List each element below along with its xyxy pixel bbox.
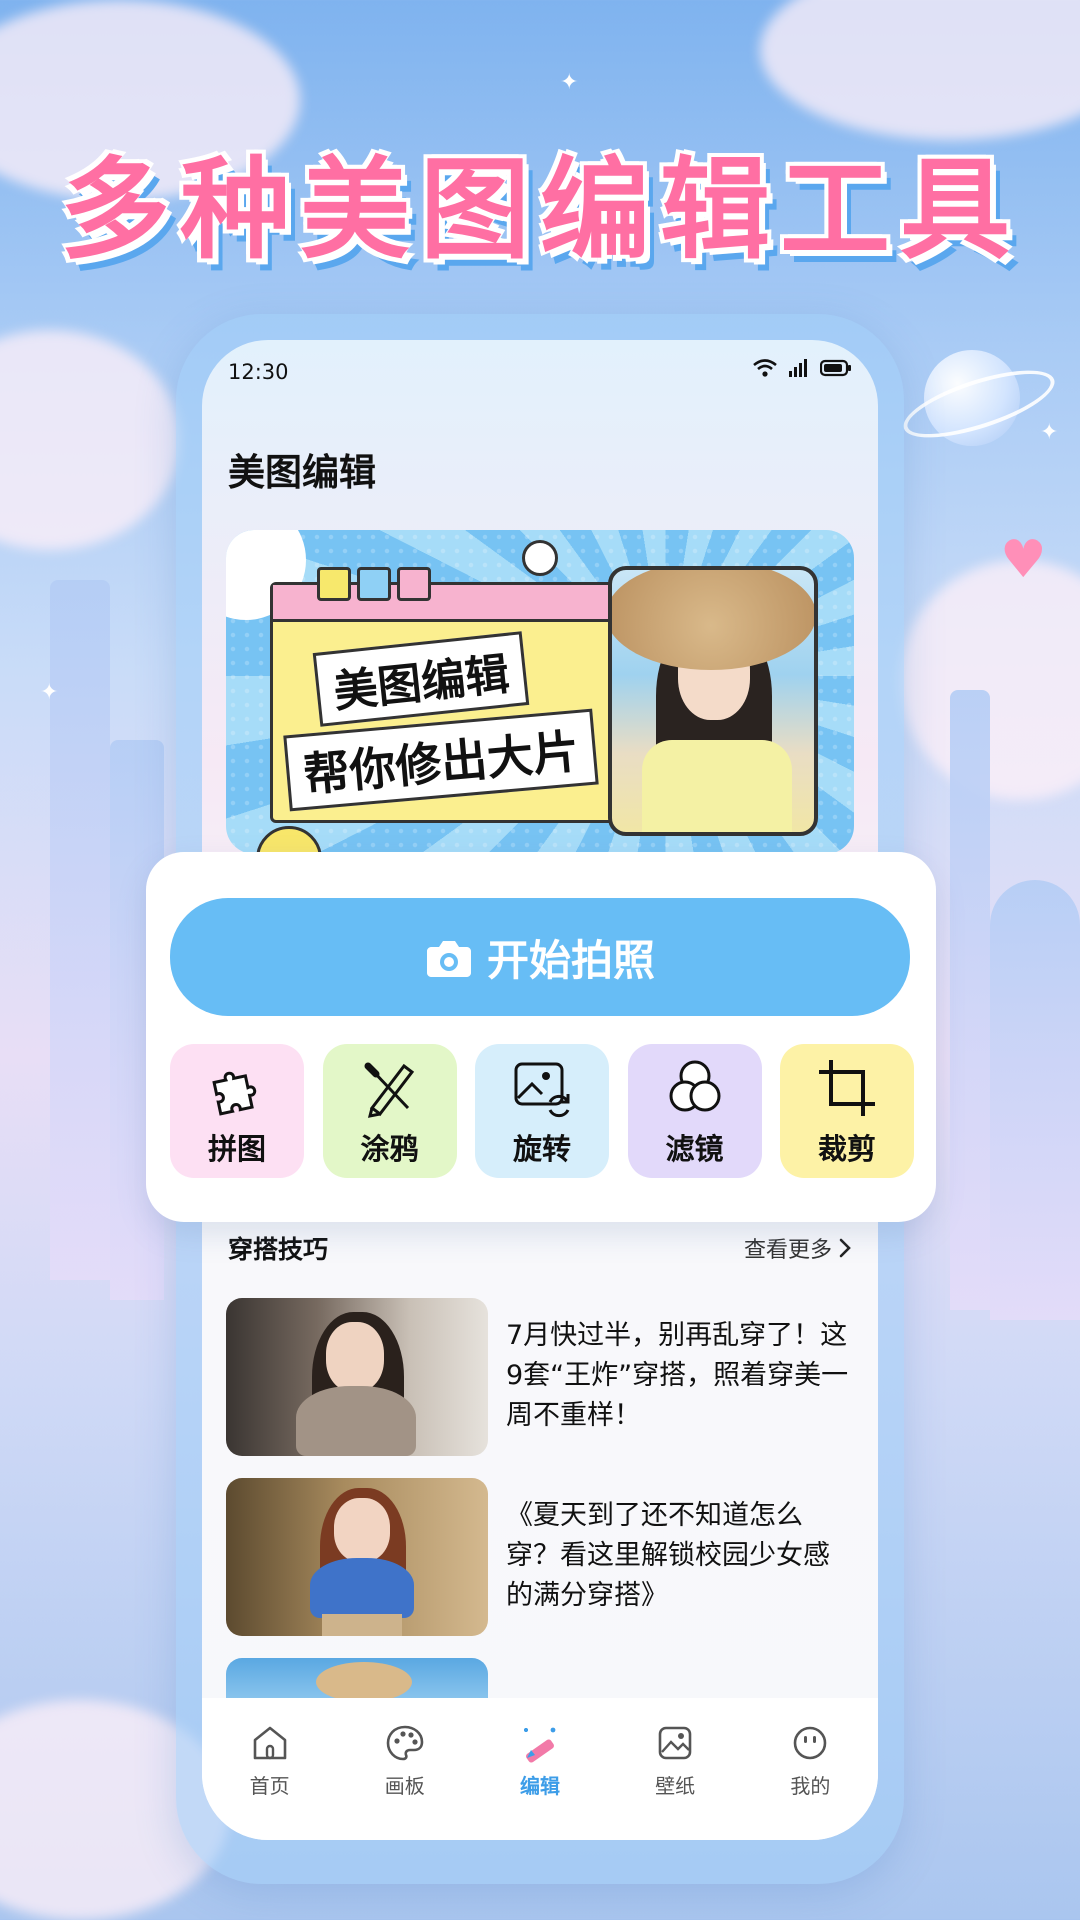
- see-more-link[interactable]: 查看更多: [744, 1232, 852, 1264]
- tool-label: 涂鸦: [360, 1132, 419, 1166]
- start-camera-button[interactable]: 开始拍照: [170, 898, 910, 1016]
- status-time: 12:30: [228, 360, 289, 384]
- banner-bubble: [522, 540, 558, 576]
- tool-label: 滤镜: [665, 1132, 724, 1166]
- tool-doodle[interactable]: 涂鸦: [322, 1044, 457, 1178]
- palette-icon: [386, 1725, 424, 1761]
- see-more-label: 查看更多: [743, 1238, 832, 1263]
- nav-label: 壁纸: [655, 1774, 696, 1798]
- edit-pencil-icon: [523, 1727, 556, 1763]
- tool-label: 裁剪: [817, 1132, 876, 1166]
- close-icon: [397, 567, 431, 601]
- promo-headline: 多种美图编辑工具: [60, 146, 1020, 274]
- section-title: 穿搭技巧: [228, 1235, 329, 1264]
- chevron-right-icon: [839, 1238, 851, 1258]
- tool-grid: 拼图 涂鸦 旋转 滤镜 裁剪: [170, 1044, 914, 1178]
- filter-circles-icon: [669, 1060, 720, 1112]
- heart-decoration: ♥: [1000, 530, 1047, 590]
- battery-icon: [820, 359, 851, 377]
- wallpaper-icon: [658, 1726, 692, 1760]
- bottom-navigation: 首页 画板 编辑 壁纸 我的: [202, 1698, 878, 1840]
- tool-rotate[interactable]: 旋转: [475, 1044, 609, 1178]
- page-title: 美图编辑: [228, 451, 376, 494]
- wifi-icon: [753, 359, 777, 377]
- nav-label: 首页: [249, 1774, 290, 1798]
- nav-item-wallpaper[interactable]: 壁纸: [620, 1722, 730, 1799]
- article-title: 《夏天到了还不知道怎么穿？看这里解锁校园少女感的满分穿搭》: [506, 1500, 830, 1611]
- nav-item-edit[interactable]: 编辑: [485, 1722, 595, 1799]
- planet-ring-decoration: [896, 356, 1062, 452]
- home-icon: [253, 1726, 286, 1760]
- article-thumbnail: [226, 1478, 488, 1636]
- article-title: 7月快过半，别再乱穿了！这9套“王炸”穿搭，照着穿美一周不重样！: [506, 1320, 849, 1431]
- article-card[interactable]: 7月快过半，别再乱穿了！这9套“王炸”穿搭，照着穿美一周不重样！: [226, 1298, 854, 1456]
- crop-icon: [819, 1060, 875, 1116]
- tool-label: 拼图: [207, 1132, 266, 1166]
- minimize-icon: [317, 567, 351, 601]
- camera-icon: [426, 941, 471, 977]
- nav-label: 编辑: [519, 1774, 560, 1798]
- article-thumbnail: [226, 1298, 488, 1456]
- start-camera-label: 开始拍照: [486, 935, 655, 985]
- brush-pencil-icon: [364, 1062, 414, 1118]
- banner-model-photo: [608, 566, 818, 836]
- tool-filter[interactable]: 滤镜: [627, 1044, 762, 1178]
- tool-crop[interactable]: 裁剪: [780, 1044, 914, 1178]
- nav-item-palette[interactable]: 画板: [350, 1722, 460, 1799]
- action-card: 开始拍照 拼图 涂鸦 旋转 滤镜 裁剪: [146, 852, 936, 1222]
- signal-icon: [789, 359, 807, 377]
- nav-label: 我的: [790, 1774, 831, 1798]
- profile-face-icon: [794, 1726, 827, 1760]
- status-icons: [752, 358, 852, 378]
- nav-label: 画板: [384, 1774, 425, 1798]
- tool-puzzle[interactable]: 拼图: [170, 1044, 304, 1178]
- image-rotate-icon: [514, 1062, 570, 1118]
- nav-item-profile[interactable]: 我的: [755, 1722, 865, 1799]
- puzzle-icon: [212, 1071, 257, 1116]
- status-bar: 12:30: [202, 340, 878, 400]
- maximize-icon: [357, 567, 391, 601]
- planet-decoration: [924, 350, 1020, 446]
- article-card[interactable]: 《夏天到了还不知道怎么穿？看这里解锁校园少女感的满分穿搭》: [226, 1478, 854, 1636]
- promo-banner[interactable]: 美图编辑 帮你修出大片: [226, 530, 854, 854]
- nav-item-home[interactable]: 首页: [215, 1722, 325, 1799]
- tool-label: 旋转: [512, 1132, 571, 1166]
